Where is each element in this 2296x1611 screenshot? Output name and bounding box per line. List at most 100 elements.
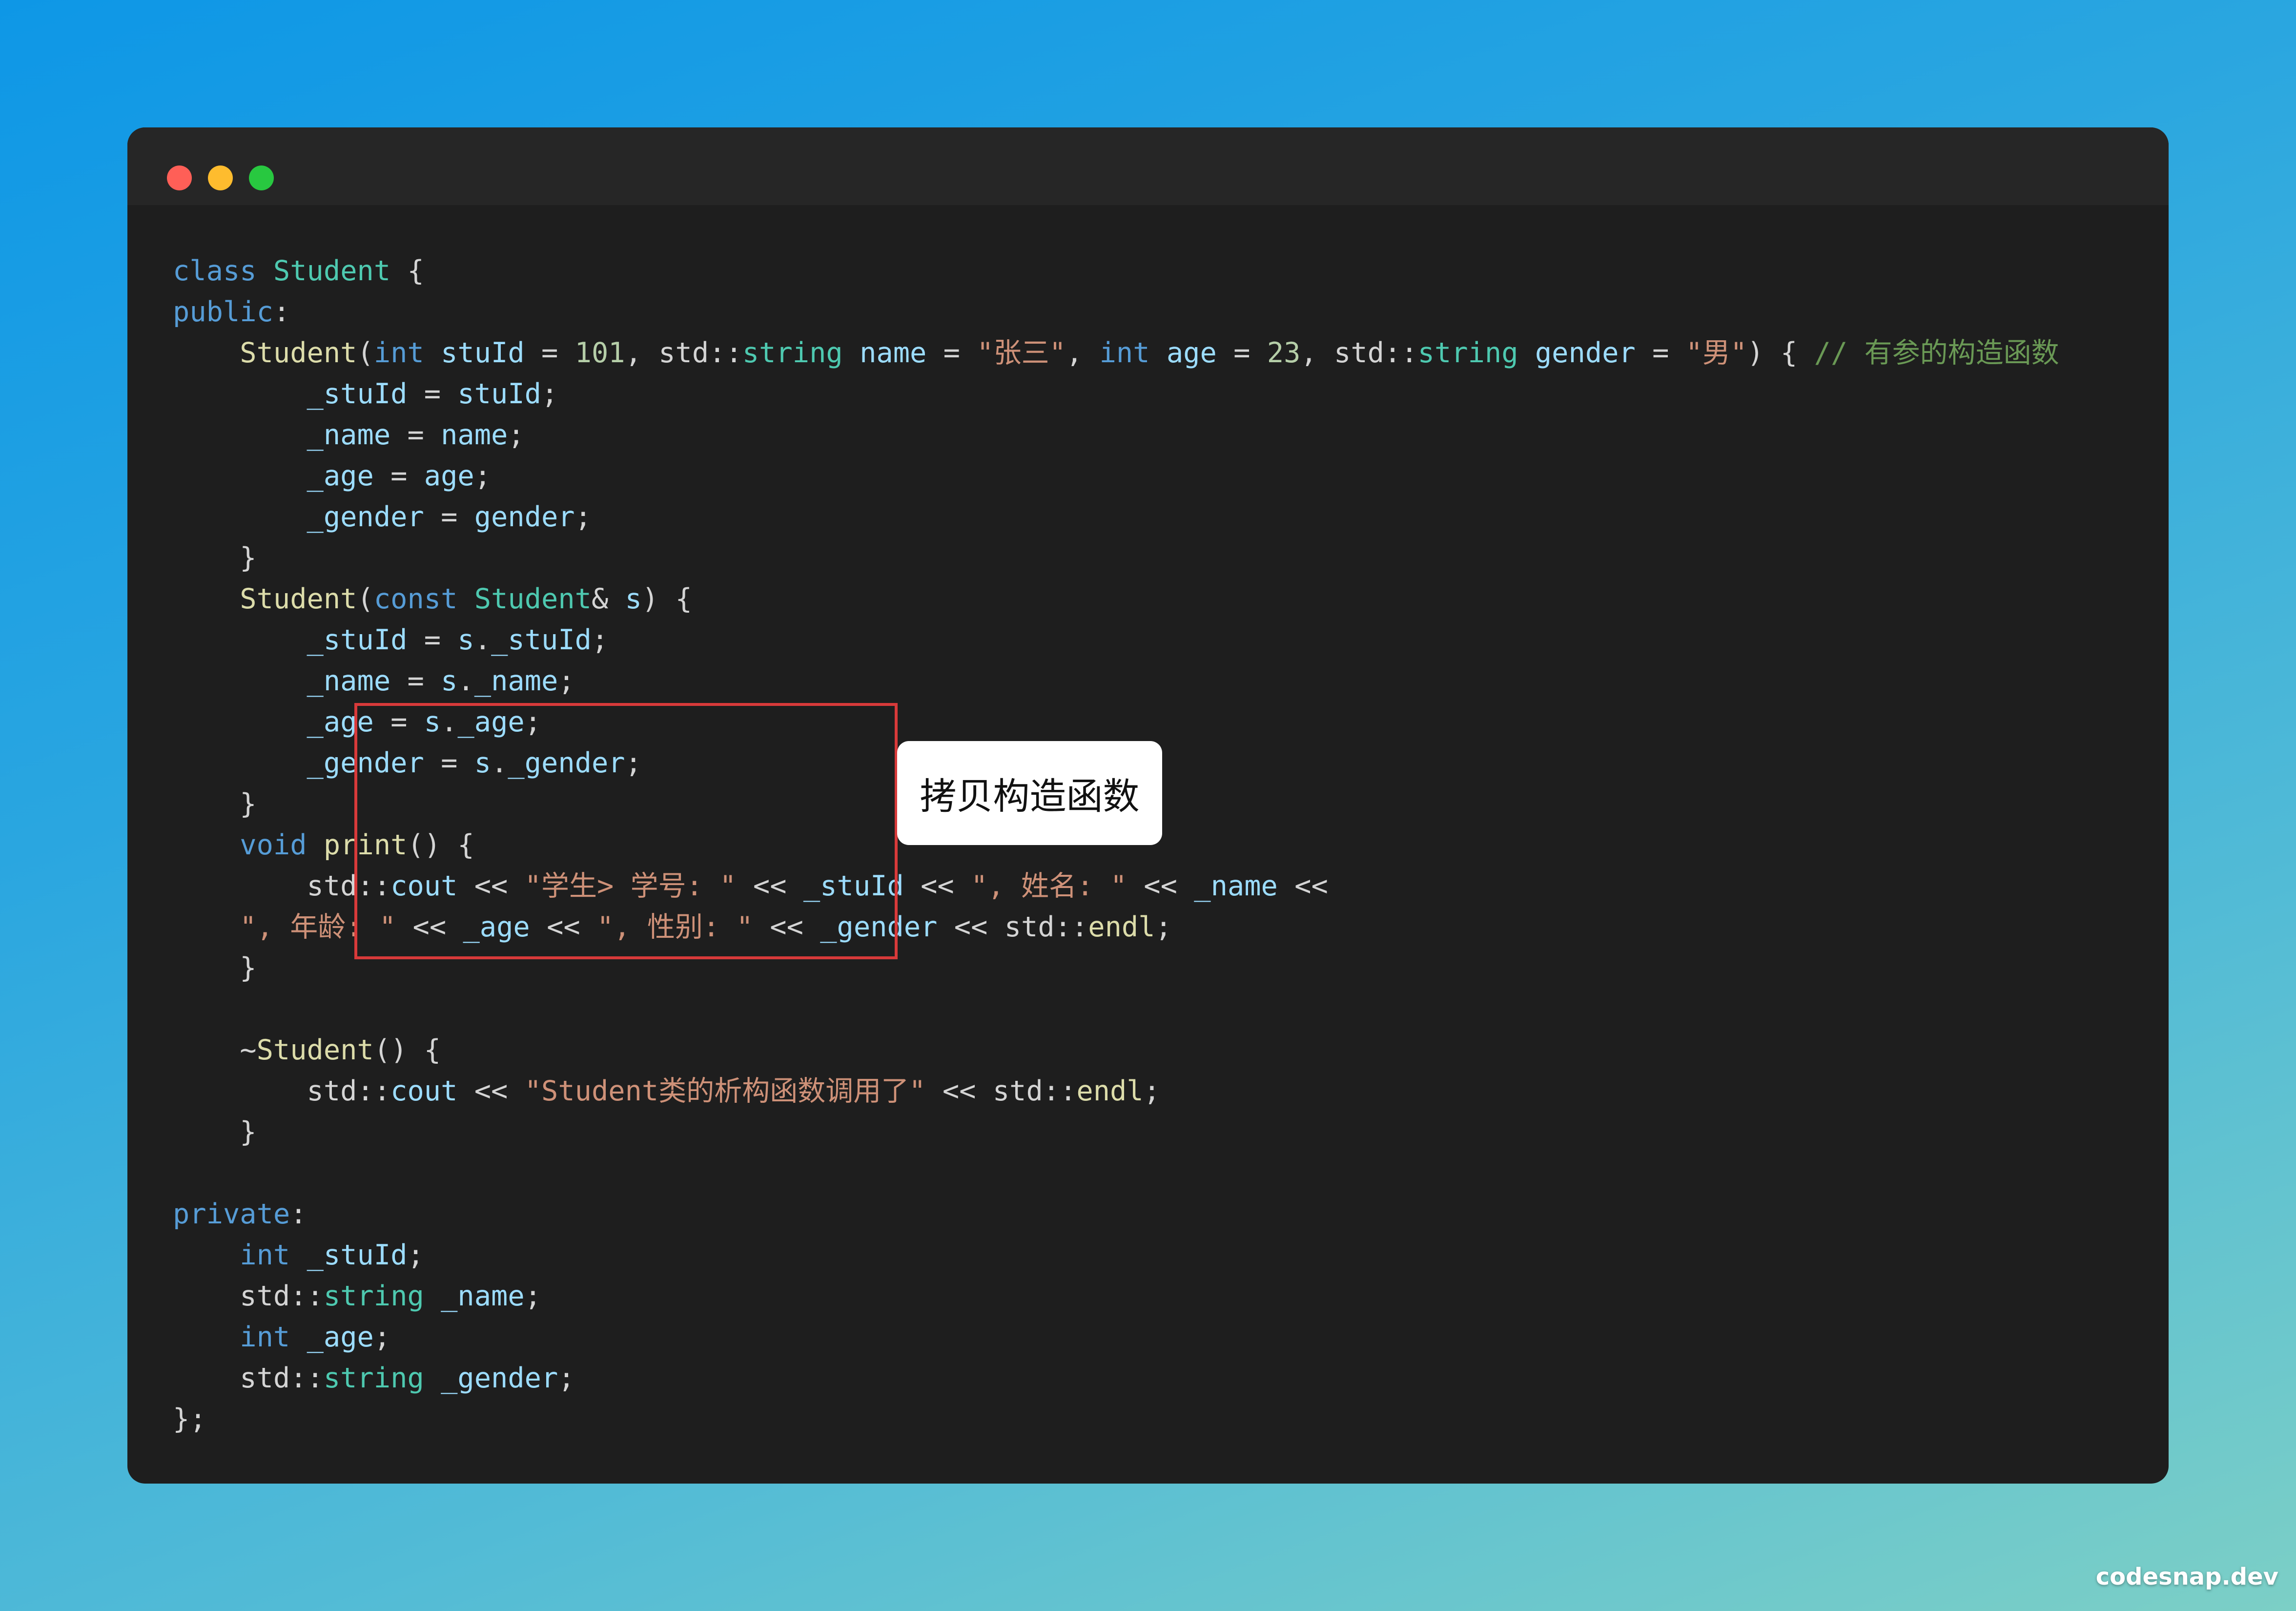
code-token: = bbox=[926, 337, 977, 369]
code-token: }; bbox=[173, 1403, 206, 1435]
code-token: _stuId bbox=[307, 1239, 408, 1271]
code-token: endl bbox=[1088, 911, 1155, 943]
code-token: 101 bbox=[574, 337, 625, 369]
code-token: ; bbox=[407, 1239, 424, 1271]
code-token: _name bbox=[474, 665, 558, 697]
code-token: () { bbox=[373, 1034, 441, 1066]
code-token: Student bbox=[273, 255, 391, 287]
annotation-callout: 拷贝构造函数 bbox=[897, 741, 1162, 845]
code-token: public bbox=[173, 296, 273, 328]
code-token: int bbox=[1099, 337, 1150, 369]
code-token: . bbox=[457, 665, 474, 697]
minimize-window-dot[interactable] bbox=[208, 165, 233, 190]
code-line: }; bbox=[173, 1399, 2059, 1440]
code-token: stuId bbox=[441, 337, 525, 369]
code-token: s bbox=[441, 665, 458, 697]
code-token: _stuId bbox=[307, 378, 408, 410]
code-token: = bbox=[424, 501, 474, 533]
code-line: ~Student() { bbox=[173, 1030, 2059, 1071]
code-token: << bbox=[903, 870, 971, 902]
code-line: std::cout << "Student类的析构函数调用了" << std::… bbox=[173, 1071, 2059, 1112]
code-token: . bbox=[474, 624, 492, 656]
code-line: _name = s._name; bbox=[173, 661, 2059, 702]
code-token: ) { bbox=[641, 583, 692, 615]
code-line: _age = age; bbox=[173, 455, 2059, 496]
code-token: ; bbox=[558, 665, 575, 697]
code-token: int bbox=[373, 337, 424, 369]
code-line: std::string _name; bbox=[173, 1276, 2059, 1317]
code-line: private: bbox=[173, 1194, 2059, 1235]
code-token: string bbox=[323, 1362, 424, 1394]
code-token: ; bbox=[574, 501, 592, 533]
code-token: = bbox=[390, 419, 441, 451]
code-token: ( bbox=[357, 583, 374, 615]
code-token: } bbox=[173, 788, 257, 820]
code-token: Student bbox=[474, 583, 592, 615]
code-line: class Student { bbox=[173, 250, 2059, 291]
code-token: = bbox=[390, 665, 441, 697]
code-token: int bbox=[240, 1321, 290, 1353]
code-token: stuId bbox=[457, 378, 541, 410]
code-line: _stuId = stuId; bbox=[173, 373, 2059, 414]
code-line: } bbox=[173, 537, 2059, 578]
code-token: << bbox=[1127, 870, 1194, 902]
code-token: // 有参的构造函数 bbox=[1814, 337, 2059, 369]
code-token: << bbox=[457, 1075, 525, 1107]
code-token: "张三" bbox=[977, 337, 1066, 369]
code-token: Student bbox=[240, 583, 357, 615]
code-token: = bbox=[1635, 337, 1686, 369]
code-line: public: bbox=[173, 291, 2059, 332]
code-token: << std:: bbox=[925, 1075, 1077, 1107]
code-token: gender bbox=[1535, 337, 1636, 369]
close-window-dot[interactable] bbox=[167, 165, 192, 190]
code-token: string bbox=[1417, 337, 1518, 369]
code-token: ; bbox=[558, 1362, 575, 1394]
window-titlebar bbox=[127, 127, 2169, 205]
code-token: : bbox=[290, 1198, 307, 1230]
code-token: << bbox=[1277, 870, 1328, 902]
code-token: } bbox=[173, 952, 257, 984]
code-token: _stuId bbox=[491, 624, 592, 656]
code-token: = bbox=[524, 337, 575, 369]
code-token: ; bbox=[1155, 911, 1172, 943]
code-token: _stuId bbox=[307, 624, 408, 656]
code-token: _age bbox=[307, 460, 374, 492]
code-token: gender bbox=[474, 501, 575, 533]
code-line: int _age; bbox=[173, 1317, 2059, 1358]
code-token: _age bbox=[307, 1321, 374, 1353]
code-token: _gender bbox=[441, 1362, 558, 1394]
code-line: _stuId = s._stuId; bbox=[173, 620, 2059, 661]
code-token: int bbox=[240, 1239, 290, 1271]
code-token: Student bbox=[256, 1034, 374, 1066]
code-token: , bbox=[1066, 337, 1100, 369]
code-token: = bbox=[407, 624, 458, 656]
code-token: s bbox=[457, 624, 474, 656]
code-token: ) { bbox=[1747, 337, 1814, 369]
code-token: << std:: bbox=[937, 911, 1088, 943]
maximize-window-dot[interactable] bbox=[249, 165, 274, 190]
watermark: codesnap.dev bbox=[2095, 1563, 2278, 1590]
code-token: std:: bbox=[173, 1075, 391, 1107]
code-token: & bbox=[591, 583, 625, 615]
code-token: { bbox=[390, 255, 424, 287]
code-token: = bbox=[407, 378, 458, 410]
code-token: 23 bbox=[1267, 337, 1301, 369]
code-token: _gender bbox=[307, 501, 424, 533]
